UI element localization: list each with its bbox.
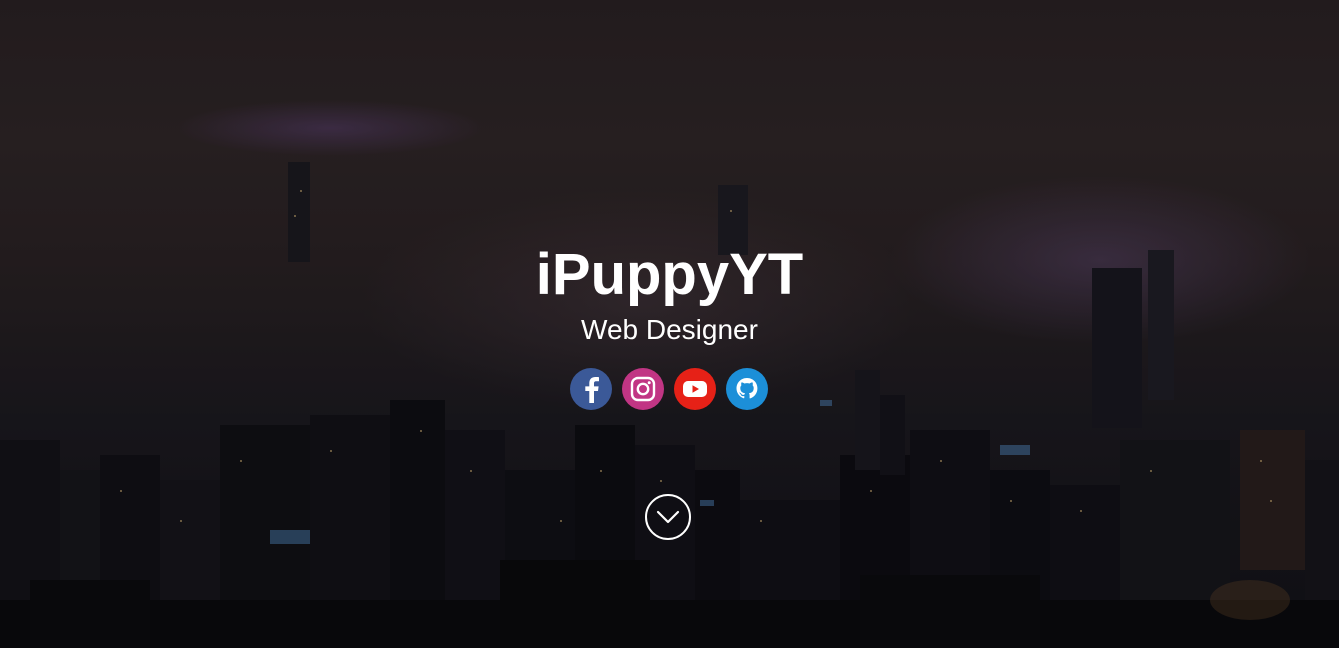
hero-section: iPuppyYT Web Designer	[0, 0, 1339, 648]
page-subtitle: Web Designer	[581, 314, 758, 345]
github-icon	[736, 378, 758, 399]
instagram-link[interactable]	[622, 368, 664, 410]
facebook-link[interactable]	[570, 368, 612, 410]
facebook-icon	[585, 377, 599, 403]
page-title: iPuppyYT	[535, 242, 804, 307]
chevron-down-icon	[656, 510, 680, 524]
youtube-link[interactable]	[674, 368, 716, 410]
github-link[interactable]	[726, 368, 768, 410]
youtube-icon	[683, 381, 707, 397]
instagram-icon	[630, 376, 656, 402]
social-links	[570, 368, 772, 410]
scroll-down-button[interactable]	[645, 494, 691, 540]
